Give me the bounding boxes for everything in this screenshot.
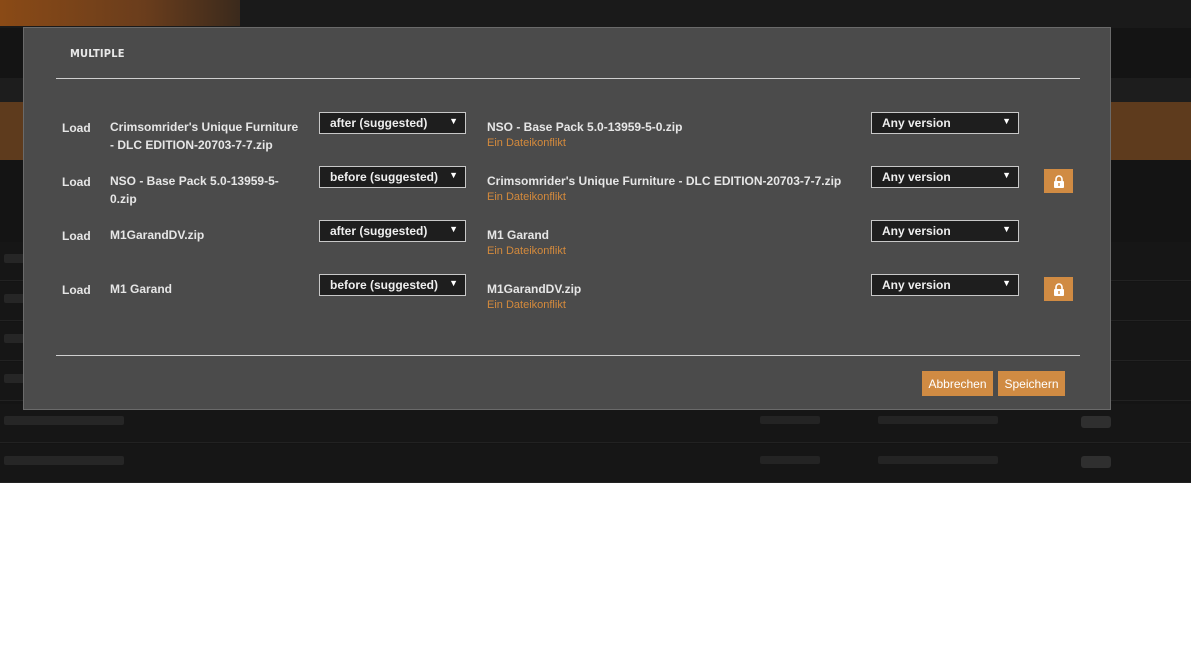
rule-action: Load bbox=[62, 283, 91, 297]
version-select-value: Any version bbox=[882, 170, 951, 184]
rule-target: NSO - Base Pack 5.0-13959-5-0.zip Ein Da… bbox=[487, 118, 682, 150]
background-row bbox=[0, 444, 1191, 483]
order-select-value: after (suggested) bbox=[330, 116, 428, 130]
rule-row: Load M1 Garand before (suggested) ▼ M1Ga… bbox=[24, 274, 1112, 337]
lock-icon bbox=[1053, 174, 1064, 188]
order-select-value: before (suggested) bbox=[330, 170, 439, 184]
conflict-link[interactable]: Ein Dateikonflikt bbox=[487, 136, 682, 150]
order-select[interactable]: before (suggested) ▼ bbox=[319, 166, 466, 188]
rule-source-mod: M1 Garand bbox=[110, 282, 173, 296]
rule-target-mod: Crimsomrider's Unique Furniture - DLC ED… bbox=[487, 174, 842, 188]
version-select-value: Any version bbox=[882, 116, 951, 130]
order-select-value: before (suggested) bbox=[330, 278, 439, 292]
chevron-down-icon: ▼ bbox=[449, 224, 458, 234]
save-button[interactable]: Speichern bbox=[998, 371, 1065, 396]
chevron-down-icon: ▼ bbox=[1002, 278, 1011, 288]
rule-source-mod: M1GarandDV.zip bbox=[110, 228, 205, 242]
version-select[interactable]: Any version ▼ bbox=[871, 220, 1019, 242]
lock-icon bbox=[1053, 282, 1064, 296]
cancel-button[interactable]: Abbrechen bbox=[922, 371, 993, 396]
dialog-title: MULTIPLE bbox=[70, 47, 125, 60]
version-select[interactable]: Any version ▼ bbox=[871, 166, 1019, 188]
order-select[interactable]: after (suggested) ▼ bbox=[319, 112, 466, 134]
rule-target: Crimsomrider's Unique Furniture - DLC ED… bbox=[487, 172, 841, 204]
version-select[interactable]: Any version ▼ bbox=[871, 274, 1019, 296]
rule-target-mod: M1GarandDV.zip bbox=[487, 282, 582, 296]
version-select-value: Any version bbox=[882, 278, 951, 292]
background-banner bbox=[0, 0, 240, 26]
lock-button[interactable] bbox=[1044, 169, 1073, 193]
rule-target-mod: NSO - Base Pack 5.0-13959-5-0.zip bbox=[487, 120, 683, 134]
version-select-value: Any version bbox=[882, 224, 951, 238]
chevron-down-icon: ▼ bbox=[449, 116, 458, 126]
footer-divider bbox=[56, 355, 1080, 356]
rule-source-mod: NSO - Base Pack 5.0-13959-5-0.zip bbox=[110, 174, 279, 206]
conflict-link[interactable]: Ein Dateikonflikt bbox=[487, 190, 841, 204]
order-select-value: after (suggested) bbox=[330, 224, 428, 238]
chevron-down-icon: ▼ bbox=[1002, 224, 1011, 234]
rule-source-mod: Crimsomrider's Unique Furniture - DLC ED… bbox=[110, 120, 299, 152]
conflict-link[interactable]: Ein Dateikonflikt bbox=[487, 244, 566, 258]
rule-target-mod: M1 Garand bbox=[487, 228, 550, 242]
chevron-down-icon: ▼ bbox=[1002, 170, 1011, 180]
chevron-down-icon: ▼ bbox=[449, 170, 458, 180]
rule-action: Load bbox=[62, 229, 91, 243]
rule-target: M1GarandDV.zip Ein Dateikonflikt bbox=[487, 280, 581, 312]
rule-action: Load bbox=[62, 121, 91, 135]
rule-target: M1 Garand Ein Dateikonflikt bbox=[487, 226, 566, 258]
chevron-down-icon: ▼ bbox=[1002, 116, 1011, 126]
conflict-link[interactable]: Ein Dateikonflikt bbox=[487, 298, 581, 312]
version-select[interactable]: Any version ▼ bbox=[871, 112, 1019, 134]
chevron-down-icon: ▼ bbox=[449, 278, 458, 288]
header-divider bbox=[56, 78, 1080, 79]
lock-button[interactable] bbox=[1044, 277, 1073, 301]
rule-action: Load bbox=[62, 175, 91, 189]
order-select[interactable]: before (suggested) ▼ bbox=[319, 274, 466, 296]
rules-dialog: MULTIPLE Load Crimsomrider's Unique Furn… bbox=[23, 27, 1111, 410]
order-select[interactable]: after (suggested) ▼ bbox=[319, 220, 466, 242]
